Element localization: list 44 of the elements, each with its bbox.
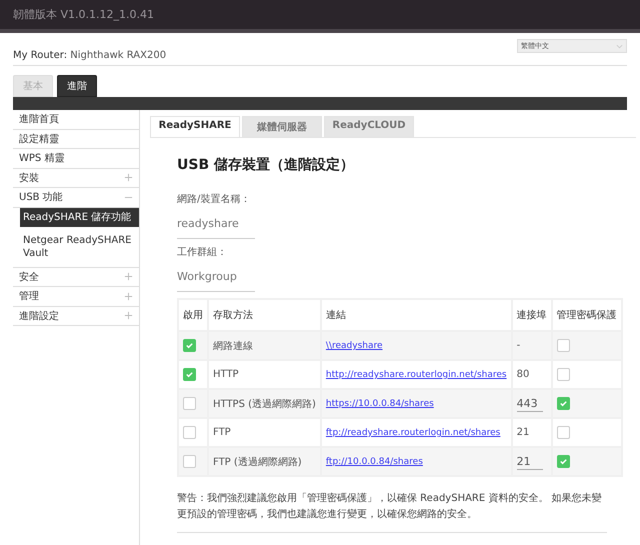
content-tab[interactable]: ReadyCLOUD	[324, 116, 414, 137]
checkbox[interactable]	[556, 455, 570, 468]
sidebar-item[interactable]: 管理	[13, 287, 139, 306]
checkbox[interactable]	[183, 426, 196, 439]
page-heading: USB 儲存裝置（進階設定）	[177, 156, 355, 174]
chevron-icon	[616, 44, 623, 48]
checkbox[interactable]	[556, 397, 570, 410]
firmware-version: 韌體版本 V1.0.1.12_1.0.41	[13, 7, 154, 22]
plus-icon[interactable]	[124, 292, 133, 301]
sidebar-item[interactable]: 設定精靈	[13, 130, 139, 149]
sidebar-item[interactable]: 進階首頁	[13, 110, 139, 130]
checkbox[interactable]	[556, 339, 570, 352]
share-link[interactable]: https://10.0.0.84/shares	[326, 399, 434, 409]
sidebar-subitem[interactable]: ReadySHARE 儲存功能	[20, 208, 139, 226]
check-icon	[558, 399, 568, 408]
column-header: 啟用	[178, 299, 208, 331]
checkbox[interactable]	[183, 339, 196, 352]
plus-icon[interactable]	[124, 173, 133, 182]
sidebar-item[interactable]: 安全	[13, 268, 139, 287]
router-name: My Router: Nighthawk RAX200	[13, 50, 166, 61]
sidebar-item[interactable]: 進階設定	[13, 306, 139, 326]
share-link[interactable]: ftp://10.0.0.84/shares	[326, 457, 423, 467]
checkbox[interactable]	[556, 368, 570, 381]
checkbox[interactable]	[556, 426, 570, 439]
checkbox[interactable]	[183, 397, 196, 410]
table-cell: FTP (透過網際網路)	[208, 447, 321, 476]
share-link[interactable]: \\readyshare	[326, 341, 383, 351]
checkbox[interactable]	[183, 368, 196, 381]
check-icon	[558, 457, 568, 466]
sidebar-item[interactable]: WPS 精靈	[13, 149, 139, 168]
sidebar-item[interactable]: 安裝	[13, 168, 139, 188]
checkbox[interactable]	[183, 455, 196, 468]
check-icon	[185, 341, 194, 350]
check-icon	[185, 370, 194, 379]
content-tab[interactable]: 媒體伺服器	[242, 116, 322, 137]
plus-icon[interactable]	[124, 272, 133, 282]
field-label: 工作群組：	[177, 246, 228, 259]
warning-text: 警告：我們強烈建議您啟用「管理密碼保護」，以確保 ReadySHARE 資料的安全。 如果您未變更預設的管理密碼，我們也建議您進行變更，以確保您網路的安全。	[177, 491, 607, 533]
plus-icon[interactable]	[124, 311, 133, 320]
field-label: 網路/裝置名稱：	[177, 192, 252, 206]
sidebar-subitem[interactable]: Netgear ReadySHARE Vault	[20, 230, 139, 262]
column-header: 連結	[320, 299, 512, 331]
main-tab[interactable]: 進階	[57, 75, 97, 97]
content-tab[interactable]: ReadySHARE	[150, 116, 240, 137]
